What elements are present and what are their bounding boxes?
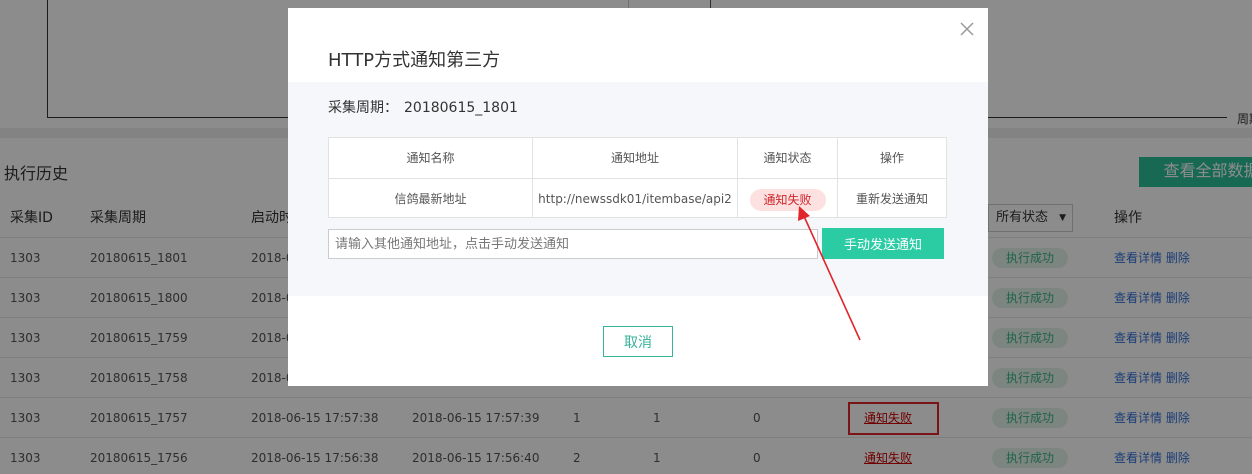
close-icon[interactable] bbox=[958, 20, 976, 38]
notify-header-status: 通知状态 bbox=[738, 138, 838, 178]
period-line: 采集周期： 20180615_1801 bbox=[328, 97, 518, 117]
cancel-button[interactable]: 取消 bbox=[603, 326, 673, 357]
notify-header-url: 通知地址 bbox=[533, 138, 738, 178]
resend-notify-link[interactable]: 重新发送通知 bbox=[838, 178, 946, 218]
notify-header-name: 通知名称 bbox=[329, 138, 533, 178]
notify-modal: HTTP方式通知第三方 采集周期： 20180615_1801 通知名称 通知地址… bbox=[288, 8, 988, 386]
period-label: 采集周期： bbox=[328, 100, 398, 116]
modal-title: HTTP方式通知第三方 bbox=[328, 50, 501, 71]
manual-send-button[interactable]: 手动发送通知 bbox=[822, 228, 944, 259]
notify-status-cell: 通知失败 bbox=[738, 178, 838, 218]
notify-failed-badge: 通知失败 bbox=[749, 188, 826, 211]
notify-header-action: 操作 bbox=[879, 151, 904, 165]
period-value: 20180615_1801 bbox=[404, 100, 518, 116]
notify-url: http://newssdk01/itembase/api2 bbox=[533, 178, 738, 218]
notify-url-input[interactable] bbox=[328, 229, 818, 259]
notify-name: 信鸽最新地址 bbox=[329, 178, 533, 218]
notify-table: 通知名称 通知地址 通知状态 操作 信鸽最新地址 http://newssdk0… bbox=[328, 137, 947, 218]
